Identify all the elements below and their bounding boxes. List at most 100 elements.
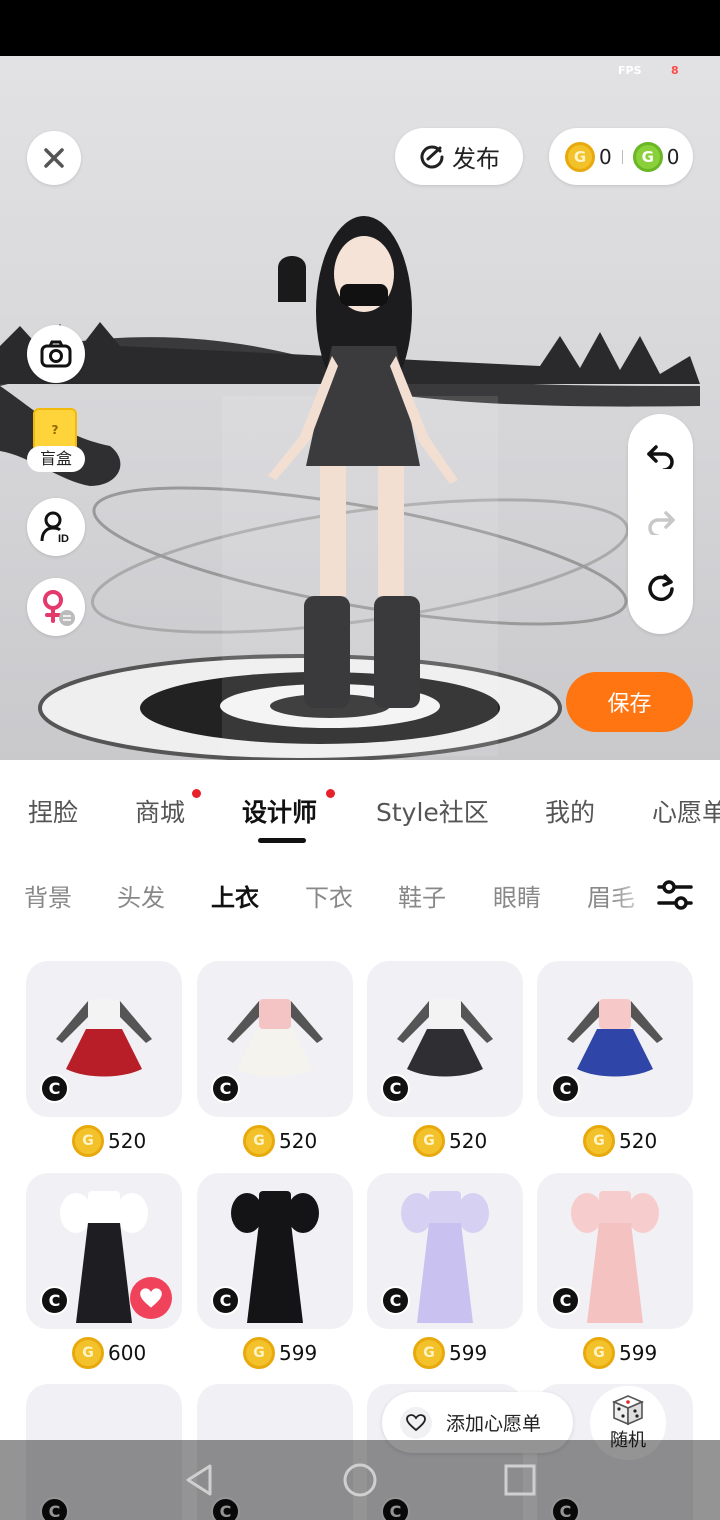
creator-badge-icon: C [40, 1286, 69, 1315]
user-id-icon: ID [40, 511, 69, 544]
character-left-leg [320, 466, 346, 596]
creator-badge-icon: C [381, 1286, 410, 1315]
creator-badge-icon: C [551, 1286, 580, 1315]
wishlist-label: 添加心愿单 [446, 1413, 542, 1435]
item-price: G 520 [583, 1123, 657, 1159]
item-price-value: 520 [449, 1129, 488, 1153]
creator-badge-icon: C [381, 1074, 410, 1103]
fps-label: FPS [618, 64, 642, 77]
reset-icon [647, 574, 674, 602]
history-panel [628, 414, 693, 634]
save-button[interactable]: 保存 [566, 672, 693, 732]
camera-button[interactable] [27, 325, 85, 383]
favorite-heart-icon[interactable] [130, 1277, 172, 1319]
tab-wishlist[interactable]: 心愿单 [652, 793, 720, 829]
gold-coin-icon: G [243, 1125, 275, 1157]
publish-button[interactable]: 发布 [395, 128, 523, 185]
redo-button[interactable] [628, 492, 693, 552]
back-nav-icon[interactable] [180, 1460, 220, 1500]
publish-label: 发布 [452, 145, 500, 173]
reset-button[interactable] [628, 558, 693, 618]
active-tab-indicator [258, 838, 306, 843]
currency-balance[interactable]: G 0 G 0 [549, 128, 693, 185]
filter-sliders-icon [657, 880, 693, 910]
item-card-white-skirt-dress[interactable]: C [197, 961, 353, 1117]
item-price: G 599 [413, 1335, 487, 1371]
avatar-id-button[interactable]: ID [27, 498, 85, 556]
character-mask [340, 284, 388, 306]
blind-box-button[interactable]: ? 盲盒 [27, 408, 87, 478]
fps-value: 8 [671, 64, 679, 77]
character-left-boot [304, 596, 350, 708]
item-price: G 600 [72, 1335, 146, 1371]
character-right-leg [378, 466, 404, 596]
category-bottom[interactable]: 下衣 [305, 878, 353, 913]
item-price: G 520 [72, 1123, 146, 1159]
close-icon [44, 148, 64, 168]
system-nav-bar [0, 1440, 720, 1520]
currency-divider [621, 149, 623, 164]
tab-designer[interactable]: 设计师 [242, 793, 317, 829]
green-coin-count: 0 [666, 144, 680, 169]
svg-text:ID: ID [58, 533, 69, 544]
character-right-boot [374, 596, 420, 708]
category-fade [610, 870, 655, 920]
gold-coin-icon: G [243, 1337, 275, 1369]
item-price-value: 600 [108, 1341, 147, 1365]
gold-coin-icon: G [413, 1337, 445, 1369]
item-price-value: 599 [449, 1341, 488, 1365]
gold-coin-icon: G [72, 1337, 104, 1369]
undo-button[interactable] [628, 426, 693, 486]
item-price: G 599 [583, 1335, 657, 1371]
item-price: G 520 [243, 1123, 317, 1159]
item-price: G 520 [413, 1123, 487, 1159]
creator-badge-icon: C [551, 1074, 580, 1103]
item-price: G 599 [243, 1335, 317, 1371]
gold-coin-count: 0 [599, 144, 612, 169]
redo-icon [647, 511, 675, 535]
avatar-stage[interactable]: FPS 8 发布 G 0 G 0 ? 盲盒 ID 保存 [0, 56, 720, 760]
gold-coin-icon: G [583, 1337, 615, 1369]
item-card-pink-gown[interactable]: C [537, 1173, 693, 1329]
tab-style-community[interactable]: Style社区 [376, 793, 489, 829]
filter-button[interactable] [655, 875, 695, 915]
home-nav-icon[interactable] [340, 1460, 380, 1500]
recents-nav-icon[interactable] [500, 1460, 540, 1500]
item-price-value: 599 [279, 1341, 318, 1365]
dice-icon [611, 1395, 645, 1426]
tab-mine[interactable]: 我的 [545, 793, 595, 829]
creator-badge-icon: C [211, 1286, 240, 1315]
category-background[interactable]: 背景 [24, 878, 72, 913]
gold-coin-icon: G [72, 1125, 104, 1157]
close-button[interactable] [27, 131, 81, 185]
blind-box-label: 盲盒 [27, 446, 85, 472]
ghost-pet [278, 256, 306, 302]
gold-coin-icon: G [565, 141, 595, 172]
tab-face[interactable]: 捏脸 [28, 793, 78, 829]
item-card-lavender-gown[interactable]: C [367, 1173, 523, 1329]
creator-badge-icon: C [40, 1074, 69, 1103]
designer-notification-dot [326, 789, 335, 798]
item-card-blue-skirt-dress[interactable]: C [537, 961, 693, 1117]
category-eyes[interactable]: 眼睛 [493, 878, 541, 913]
category-hair[interactable]: 头发 [117, 878, 165, 913]
mall-notification-dot [192, 789, 201, 798]
category-shoes[interactable]: 鞋子 [398, 878, 446, 913]
gender-switch-button[interactable] [27, 578, 85, 636]
main-tab-bar: 捏脸 商城 设计师 Style社区 我的 心愿单 [0, 760, 720, 848]
undo-icon [646, 445, 674, 469]
item-price-value: 520 [279, 1129, 318, 1153]
category-top[interactable]: 上衣 [211, 878, 259, 913]
gold-coin-icon: G [413, 1125, 445, 1157]
heart-outline-icon [400, 1406, 432, 1439]
app-root: FPS 8 发布 G 0 G 0 ? 盲盒 ID 保存 捏脸 商城 设计师 St… [0, 0, 720, 1520]
item-card-maid-dress[interactable]: C [26, 1173, 182, 1329]
item-price-value: 520 [619, 1129, 658, 1153]
camera-icon [40, 340, 72, 368]
green-coin-icon: G [632, 141, 663, 172]
item-card-black-skirt-dress[interactable]: C [367, 961, 523, 1117]
item-price-value: 520 [108, 1129, 147, 1153]
item-card-black-gold-gown[interactable]: C [197, 1173, 353, 1329]
tab-mall[interactable]: 商城 [135, 793, 185, 829]
item-card-red-skirt-dress[interactable]: C [26, 961, 182, 1117]
